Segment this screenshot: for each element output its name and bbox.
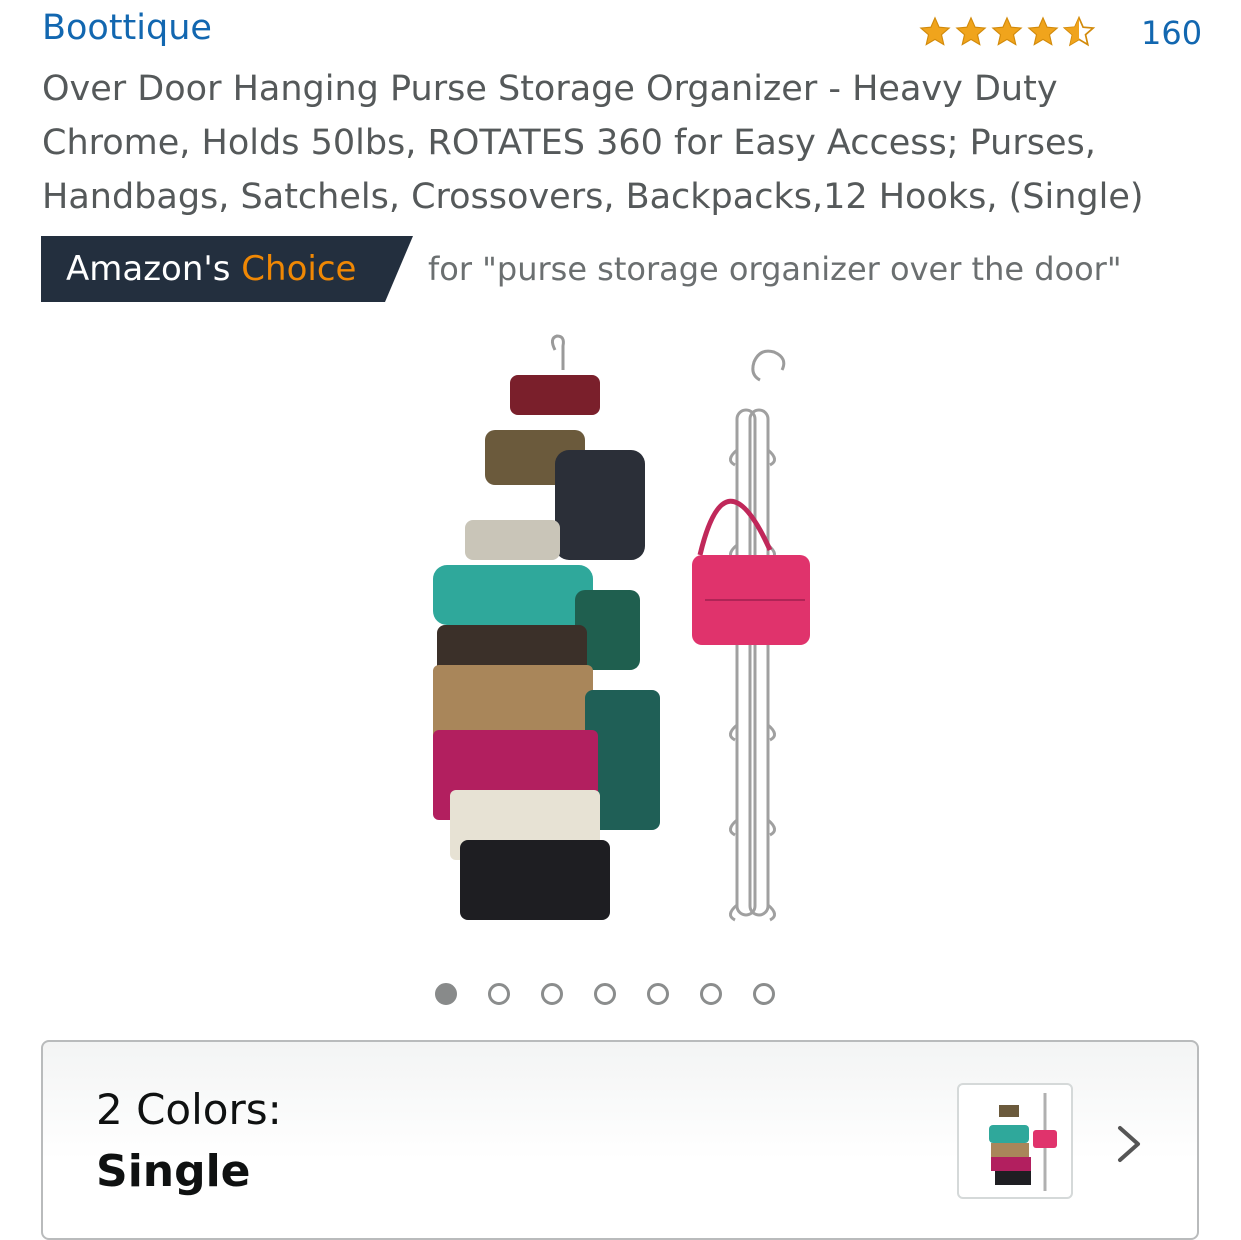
pagination-dot[interactable]	[753, 983, 775, 1005]
pagination-dot-active[interactable]	[435, 983, 457, 1005]
image-pagination	[435, 983, 775, 1005]
pagination-dot[interactable]	[647, 983, 669, 1005]
pagination-dot[interactable]	[594, 983, 616, 1005]
variation-value: Single	[96, 1146, 251, 1197]
chevron-right-icon[interactable]	[1112, 1122, 1146, 1166]
pagination-dot[interactable]	[700, 983, 722, 1005]
amazons-choice-label: Amazon's Choice	[66, 249, 356, 289]
product-title: Over Door Hanging Purse Storage Organize…	[42, 69, 1144, 217]
badge-query: for "purse storage organizer over the do…	[428, 250, 1122, 288]
star-rating[interactable]	[918, 10, 1096, 54]
star-full-icon	[919, 16, 951, 46]
star-full-icon	[955, 16, 987, 46]
variation-label: 2 Colors:	[96, 1085, 282, 1134]
brand-link[interactable]: Boottique	[42, 8, 212, 48]
product-image[interactable]	[415, 330, 825, 940]
star-half-icon	[1062, 15, 1096, 47]
star-full-icon	[991, 16, 1023, 46]
pagination-dot[interactable]	[488, 983, 510, 1005]
pagination-dot[interactable]	[541, 983, 563, 1005]
variation-thumbnail[interactable]	[957, 1083, 1073, 1199]
review-count-link[interactable]: 160	[1141, 14, 1202, 52]
badge-choice-word: Choice	[241, 249, 357, 289]
badge-prefix: Amazon's	[66, 249, 231, 289]
stars	[918, 15, 1096, 49]
star-full-icon	[1027, 16, 1059, 46]
